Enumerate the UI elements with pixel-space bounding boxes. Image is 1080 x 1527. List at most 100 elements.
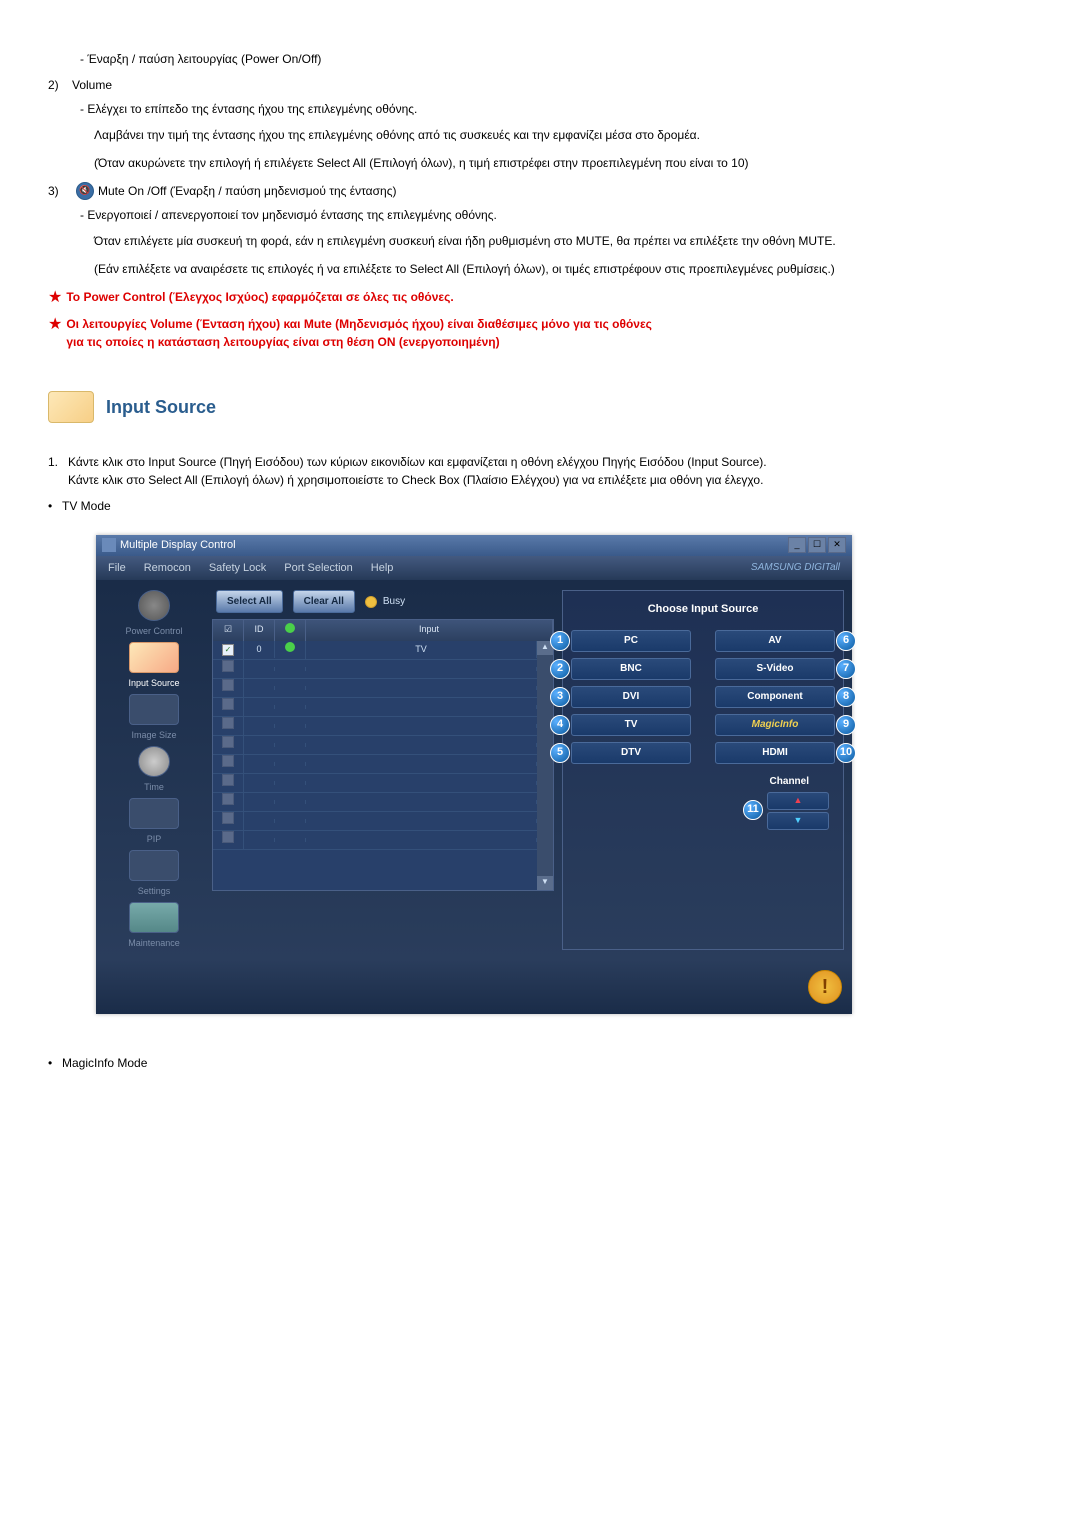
section-title: Input Source	[106, 394, 216, 421]
badge-2: 2	[550, 659, 570, 679]
table-row[interactable]	[213, 660, 537, 679]
volume-line2: Λαμβάνει την τιμή της έντασης ήχου της ε…	[94, 126, 1032, 144]
label: PIP	[147, 833, 162, 847]
row-checkbox[interactable]	[222, 679, 234, 691]
row-checkbox[interactable]	[222, 660, 234, 672]
volume-line3: (Όταν ακυρώνετε την επιλογή ή επιλέγετε …	[94, 154, 1032, 172]
badge-7: 7	[836, 659, 856, 679]
channel-up-button[interactable]: ▲	[767, 792, 829, 810]
table-row[interactable]	[213, 755, 537, 774]
minimize-button[interactable]: _	[788, 537, 806, 553]
header-status	[275, 620, 306, 641]
row-checkbox[interactable]	[222, 774, 234, 786]
star-text-2b: για τις οποίες η κατάσταση λειτουργίας ε…	[66, 333, 1032, 351]
row-checkbox[interactable]	[222, 755, 234, 767]
menu-port-selection[interactable]: Port Selection	[284, 560, 352, 577]
header-check[interactable]: ☑	[213, 620, 244, 641]
idx: 3)	[48, 182, 72, 200]
channel-down-button[interactable]: ▼	[767, 812, 829, 830]
sidebar: Power Control Input Source Image Size Ti…	[104, 590, 204, 950]
time-icon	[138, 746, 170, 777]
row-status-icon	[285, 642, 295, 652]
menu-remocon[interactable]: Remocon	[144, 560, 191, 577]
maximize-button[interactable]: ☐	[808, 537, 826, 553]
header-id[interactable]: ID	[244, 620, 275, 641]
magicinfo-mode-label: MagicInfo Mode	[62, 1054, 147, 1072]
badge-5: 5	[550, 743, 570, 763]
mute-title: Mute On /Off (Έναρξη / παύση μηδενισμού …	[98, 182, 396, 200]
bnc-button[interactable]: 2 BNC	[571, 658, 691, 680]
sidebar-settings[interactable]: Settings	[109, 850, 199, 898]
source-button-grid: 1 PC AV 6 2 BNC S-Video 7	[571, 630, 835, 764]
component-button[interactable]: Component 8	[715, 686, 835, 708]
menu-bar: File Remocon Safety Lock Port Selection …	[96, 556, 852, 581]
info-icon[interactable]: !	[808, 970, 842, 1004]
tv-mode-bullet: • TV Mode	[48, 497, 1032, 515]
table-row[interactable]	[213, 717, 537, 736]
idx: 1.	[48, 453, 68, 489]
table-scrollbar[interactable]: ▲ ▼	[537, 641, 553, 891]
row-checkbox[interactable]	[222, 812, 234, 824]
row-checkbox[interactable]	[222, 831, 234, 843]
power-icon	[138, 590, 170, 621]
table-row[interactable]	[213, 736, 537, 755]
row-checkbox[interactable]	[222, 717, 234, 729]
menu-safety-lock[interactable]: Safety Lock	[209, 560, 266, 577]
section-icon	[48, 391, 94, 423]
menu-help[interactable]: Help	[371, 560, 394, 577]
table-header: ☑ ID Input	[213, 620, 553, 641]
badge-4: 4	[550, 715, 570, 735]
center-column: Select All Clear All Busy ☑ ID Input	[212, 590, 554, 950]
dvi-button[interactable]: 3 DVI	[571, 686, 691, 708]
sidebar-maintenance[interactable]: Maintenance	[109, 902, 199, 950]
label: Settings	[138, 885, 171, 899]
av-button[interactable]: AV 6	[715, 630, 835, 652]
table-row[interactable]	[213, 774, 537, 793]
magicinfo-button[interactable]: MagicInfo 9	[715, 714, 835, 736]
table-row[interactable]	[213, 679, 537, 698]
close-button[interactable]: ✕	[828, 537, 846, 553]
table-row[interactable]: ✓ 0 TV	[213, 641, 537, 660]
intro-line1: Κάντε κλικ στο Input Source (Πηγή Εισόδο…	[68, 453, 1032, 471]
select-all-button[interactable]: Select All	[216, 590, 283, 613]
power-onoff-line: - Έναρξη / παύση λειτουργίας (Power On/O…	[80, 50, 1032, 68]
busy-label: Busy	[383, 594, 405, 609]
star-note-1: ★ Το Power Control (Έλεγχος Ισχύος) εφαρ…	[48, 288, 1032, 307]
sidebar-input-source[interactable]: Input Source	[109, 642, 199, 690]
row-checkbox[interactable]	[222, 736, 234, 748]
star-note-2: ★ Οι λειτουργίες Volume (Ένταση ήχου) κα…	[48, 315, 1032, 351]
main-area: Power Control Input Source Image Size Ti…	[96, 580, 852, 960]
header-input[interactable]: Input	[306, 620, 553, 641]
row-checkbox[interactable]: ✓	[222, 644, 234, 656]
table-row[interactable]	[213, 793, 537, 812]
svideo-button[interactable]: S-Video 7	[715, 658, 835, 680]
sidebar-pip[interactable]: PIP	[109, 798, 199, 846]
scroll-down-button[interactable]: ▼	[537, 876, 553, 890]
row-checkbox[interactable]	[222, 698, 234, 710]
sidebar-image-size[interactable]: Image Size	[109, 694, 199, 742]
tv-button[interactable]: 4 TV	[571, 714, 691, 736]
clear-all-button[interactable]: Clear All	[293, 590, 355, 613]
pc-button[interactable]: 1 PC	[571, 630, 691, 652]
menu-file[interactable]: File	[108, 560, 126, 577]
mute-item: 3) 🔇 Mute On /Off (Έναρξη / παύση μηδενι…	[48, 182, 1032, 200]
channel-label: Channel	[770, 774, 809, 789]
row-input: TV	[306, 641, 537, 659]
star-icon: ★	[48, 288, 62, 307]
section-header: Input Source	[48, 391, 1032, 423]
mute-line3: (Εάν επιλέξετε να αναιρέσετε τις επιλογέ…	[94, 260, 1032, 278]
row-checkbox[interactable]	[222, 793, 234, 805]
hdmi-button[interactable]: HDMI 10	[715, 742, 835, 764]
badge-8: 8	[836, 687, 856, 707]
sidebar-power-control[interactable]: Power Control	[109, 590, 199, 638]
table-row[interactable]	[213, 831, 537, 850]
star-icon: ★	[48, 315, 62, 351]
table-row[interactable]	[213, 812, 537, 831]
dtv-button[interactable]: 5 DTV	[571, 742, 691, 764]
badge-3: 3	[550, 687, 570, 707]
window-title: Multiple Display Control	[120, 537, 236, 554]
app-screenshot: Multiple Display Control _ ☐ ✕ File Remo…	[96, 535, 1032, 1014]
sidebar-time[interactable]: Time	[109, 746, 199, 794]
table-row[interactable]	[213, 698, 537, 717]
star-text-2a: Οι λειτουργίες Volume (Ένταση ήχου) και …	[66, 315, 1032, 333]
